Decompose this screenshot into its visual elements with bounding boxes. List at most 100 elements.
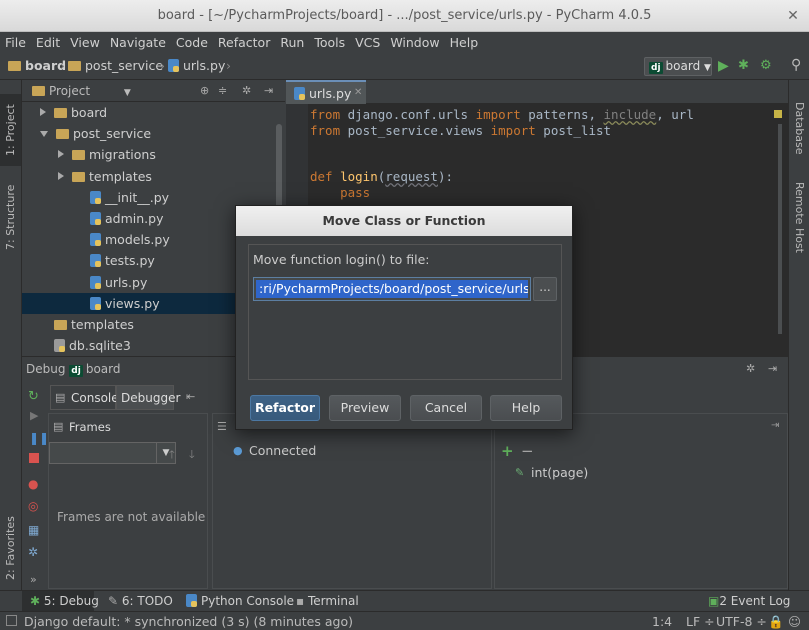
database-file-icon [54, 339, 65, 353]
preview-button[interactable]: Preview [329, 395, 401, 421]
close-icon[interactable]: ✕ [785, 8, 801, 24]
editor-scrollbar[interactable] [778, 124, 782, 334]
python-file-icon [90, 190, 101, 204]
menu-file[interactable]: File [0, 32, 31, 53]
menu-window[interactable]: Window [385, 32, 444, 53]
event-log-tool-button[interactable]: ▣2 Event Log [708, 594, 790, 608]
browse-button[interactable]: ... [533, 277, 557, 301]
coverage-icon[interactable]: ⚙ [760, 58, 772, 73]
folder-icon [72, 171, 85, 182]
debug-icon[interactable]: ✱ [738, 58, 749, 73]
hide-icon[interactable]: ⇥ [771, 420, 779, 431]
menu-help[interactable]: Help [445, 32, 484, 53]
gear-icon[interactable]: ✲ [242, 84, 251, 97]
refactor-button[interactable]: Refactor [250, 395, 320, 421]
inspector-icon[interactable]: ☺ [788, 614, 801, 629]
connected-status: Connected [249, 443, 317, 458]
menu-bar: File Edit View Navigate Code Refactor Run Tools… [0, 32, 809, 53]
menu-refactor[interactable]: Refactor [213, 32, 275, 53]
arrow-up-icon[interactable]: 🡑 [169, 446, 175, 465]
tree-item-label: migrations [89, 147, 156, 163]
inspection-marker[interactable] [774, 110, 782, 118]
toggle-tool-windows-icon[interactable] [6, 615, 17, 626]
tree-item[interactable]: post_service [22, 123, 274, 144]
settings-icon[interactable]: ✲ [28, 545, 38, 559]
caret-position[interactable]: 1:4 [652, 614, 672, 629]
stop-icon[interactable] [29, 453, 39, 463]
menu-view[interactable]: View [65, 32, 105, 53]
python-file-icon [90, 233, 101, 247]
expanded-arrow-icon[interactable] [40, 131, 48, 138]
python-file-icon [168, 59, 179, 72]
target-file-input[interactable]: :ri/PycharmProjects/board/post_service/u… [253, 277, 531, 301]
collapsed-arrow-icon[interactable] [40, 108, 46, 116]
tree-item[interactable]: board [22, 102, 274, 123]
tab-debugger[interactable]: Debugger [116, 385, 180, 410]
django-icon: dj [649, 62, 663, 74]
file-encoding[interactable]: UTF-8 ÷ [716, 614, 767, 629]
add-watch-icon[interactable]: + [501, 442, 514, 460]
tool-window-bar: ✱ 5: Debug ✎ 6: TODO Python Console ▪ Te… [0, 590, 809, 612]
watch-item[interactable]: int(page) [531, 465, 588, 480]
python-console-tool-button[interactable]: Python Console [186, 594, 294, 608]
cancel-button[interactable]: Cancel [410, 395, 482, 421]
terminal-tool-button[interactable]: ▪ Terminal [296, 594, 359, 608]
close-tab-icon[interactable]: ✕ [354, 87, 362, 98]
breadcrumb-urls[interactable]: urls.py [168, 58, 225, 73]
search-icon[interactable]: ⚲ [791, 57, 801, 73]
python-file-icon [90, 254, 101, 268]
editor-tab-urls[interactable]: urls.py ✕ [286, 80, 366, 104]
hide-icon[interactable]: ⇥ [264, 84, 273, 97]
menu-navigate[interactable]: Navigate [105, 32, 171, 53]
project-view-select[interactable]: Project ▼ [32, 84, 131, 98]
lock-icon[interactable]: 🔒 [768, 614, 784, 630]
rerun-icon[interactable]: ↻ [28, 389, 39, 404]
move-dialog: Move Class or Function Move function log… [235, 205, 573, 430]
show-execution-point-icon[interactable]: ⇤ [186, 390, 195, 403]
resume-icon[interactable]: ▶ [30, 409, 38, 422]
folder-icon [54, 108, 67, 118]
folder-icon [56, 129, 69, 140]
tree-item[interactable]: migrations [22, 144, 274, 165]
hide-icon[interactable]: ⇥ [768, 362, 777, 375]
sync-icon[interactable]: ⊕ [200, 84, 209, 97]
help-button[interactable]: Help [490, 395, 562, 421]
editor-tab-label: urls.py [309, 86, 352, 101]
gear-icon[interactable]: ✲ [746, 362, 755, 375]
run-configuration-select[interactable]: dj board ▼ [644, 57, 712, 76]
breadcrumb-post-service[interactable]: post_service [68, 58, 163, 73]
list-icon: ☰ [217, 420, 227, 433]
tree-item[interactable]: templates [22, 166, 274, 187]
structure-tool-tab[interactable]: 7: Structure [4, 185, 17, 250]
pause-icon[interactable]: ❚❚ [29, 431, 49, 445]
collapsed-arrow-icon[interactable] [58, 150, 64, 159]
collapsed-arrow-icon[interactable] [58, 171, 64, 180]
thread-select[interactable]: ▼ [49, 442, 176, 464]
window-title-bar: board - [~/PycharmProjects/board] - .../… [0, 0, 809, 32]
tab-console[interactable]: ▤ Console [50, 385, 119, 410]
project-tool-tab[interactable]: 1: Project [4, 104, 17, 156]
python-file-icon [90, 275, 101, 289]
collapse-icon[interactable]: ≑ [218, 84, 227, 97]
more-icon[interactable]: » [30, 573, 37, 586]
tree-item-label: tests.py [105, 253, 155, 269]
favorites-tool-tab[interactable]: 2: Favorites [4, 516, 17, 580]
view-breakpoints-icon[interactable]: ● [28, 477, 38, 491]
menu-edit[interactable]: Edit [31, 32, 65, 53]
arrow-down-icon[interactable]: 🡓 [189, 446, 195, 465]
menu-run[interactable]: Run [275, 32, 309, 53]
database-tool-tab[interactable]: Database [793, 102, 806, 155]
debug-tool-button[interactable]: ✱ 5: Debug [30, 594, 99, 608]
remote-host-tool-tab[interactable]: Remote Host [793, 182, 806, 253]
remove-watch-icon[interactable]: − [521, 442, 534, 460]
run-icon[interactable]: ▶ [718, 58, 729, 74]
editor-tab-bar: urls.py ✕ [286, 80, 788, 104]
breadcrumb-board[interactable]: board [8, 58, 66, 73]
menu-code[interactable]: Code [171, 32, 213, 53]
mute-breakpoints-icon[interactable]: ◎ [28, 499, 38, 513]
menu-vcs[interactable]: VCS [350, 32, 385, 53]
todo-tool-button[interactable]: ✎ 6: TODO [108, 594, 173, 608]
layout-icon[interactable]: ▦ [28, 523, 39, 537]
line-separator[interactable]: LF ÷ [686, 614, 715, 629]
menu-tools[interactable]: Tools [309, 32, 350, 53]
